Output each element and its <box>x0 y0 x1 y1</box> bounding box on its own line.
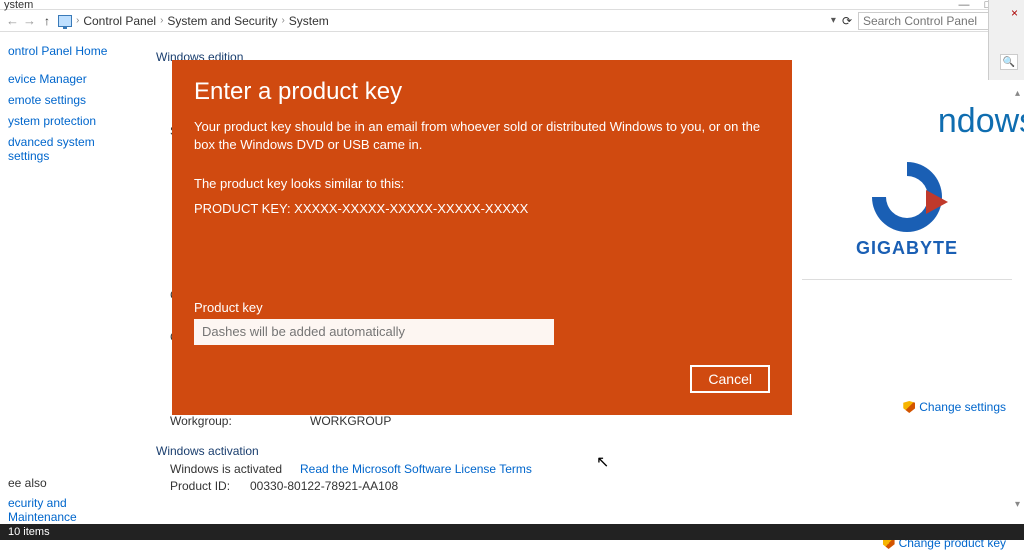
forward-icon: → <box>23 13 36 28</box>
dialog-key-example: PRODUCT KEY: XXXXX-XXXXX-XXXXX-XXXXX-XXX… <box>194 200 770 218</box>
search-icon[interactable]: 🔍 <box>1000 54 1018 70</box>
dialog-text-2: The product key looks similar to this: <box>194 175 770 193</box>
minimize-icon[interactable]: — <box>952 0 976 11</box>
gigabyte-text: GIGABYTE <box>856 238 958 259</box>
breadcrumb-item[interactable]: Control Panel <box>83 14 156 28</box>
product-key-input[interactable] <box>194 319 554 345</box>
window-titlebar: ystem — □ × <box>0 0 1024 10</box>
dialog-text-1: Your product key should be in an email f… <box>194 118 770 154</box>
license-terms-link[interactable]: Read the Microsoft Software License Term… <box>300 462 532 476</box>
refresh-icon[interactable]: ⟳ <box>842 14 852 28</box>
sidebar-link-system-protection[interactable]: ystem protection <box>8 114 132 128</box>
background-window: × 🔍 <box>988 0 1024 80</box>
product-key-dialog: Enter a product key Your product key sho… <box>172 60 792 415</box>
gigabyte-logo-icon <box>872 162 942 232</box>
scroll-up-icon[interactable]: ▴ <box>1015 88 1020 99</box>
oem-panel: GIGABYTE <box>802 82 1012 288</box>
activation-status: Windows is activated <box>170 462 300 476</box>
dialog-title: Enter a product key <box>194 78 770 106</box>
control-panel-home-link[interactable]: ontrol Panel Home <box>8 44 132 58</box>
breadcrumb-item[interactable]: System <box>289 14 329 28</box>
sidebar-link-advanced-settings[interactable]: dvanced system settings <box>8 135 132 163</box>
status-text: 10 items <box>8 526 50 538</box>
security-maintenance-link[interactable]: ecurity and Maintenance <box>8 496 77 524</box>
product-id-value: 00330-80122-78921-AA108 <box>250 479 398 493</box>
chevron-right-icon: › <box>281 15 284 26</box>
breadcrumb-item[interactable]: System and Security <box>167 14 277 28</box>
sidebar-link-device-manager[interactable]: evice Manager <box>8 72 132 86</box>
chevron-down-icon[interactable]: ▾ <box>831 15 836 26</box>
product-key-label: Product key <box>194 300 770 315</box>
address-bar: ← → ↑ › Control Panel › System and Secur… <box>0 10 1024 32</box>
cursor-icon: ↖ <box>596 452 609 472</box>
breadcrumb[interactable]: › Control Panel › System and Security › … <box>76 14 329 28</box>
close-icon[interactable]: × <box>1011 6 1018 20</box>
sidebar-link-remote-settings[interactable]: emote settings <box>8 93 132 107</box>
chevron-right-icon: › <box>160 15 163 26</box>
back-icon[interactable]: ← <box>6 13 19 28</box>
monitor-icon <box>58 15 72 27</box>
workgroup-label: Workgroup: <box>170 414 310 428</box>
group-windows-activation: Windows activation <box>156 444 1008 458</box>
sidebar: ontrol Panel Home evice Manager emote se… <box>0 32 140 532</box>
chevron-right-icon: › <box>76 15 79 26</box>
shield-icon <box>903 401 915 413</box>
up-icon[interactable]: ↑ <box>44 14 50 28</box>
change-settings-link[interactable]: Change settings <box>903 400 1006 414</box>
product-id-label: Product ID: <box>170 479 250 493</box>
workgroup-value: WORKGROUP <box>310 414 391 428</box>
scroll-down-icon[interactable]: ▾ <box>1015 499 1020 510</box>
cancel-button[interactable]: Cancel <box>690 365 770 393</box>
gigabyte-logo: GIGABYTE <box>802 162 1012 259</box>
see-also-header: ee also <box>8 476 132 490</box>
window-title: ystem <box>4 0 33 11</box>
status-bar: 10 items <box>0 524 1024 540</box>
divider <box>802 279 1012 280</box>
see-also: ee also ecurity and Maintenance <box>0 476 140 524</box>
